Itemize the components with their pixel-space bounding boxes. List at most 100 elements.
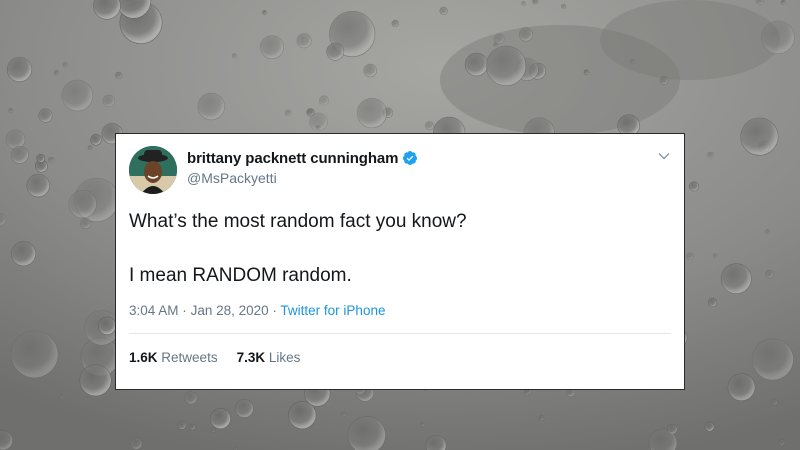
moon-crater — [189, 423, 196, 431]
moon-crater — [666, 423, 678, 435]
retweets-count: 1.6K — [129, 350, 158, 365]
tweet-text: What’s the most random fact you know? I … — [129, 208, 669, 289]
meta-separator: · — [272, 303, 277, 318]
moon-crater — [61, 79, 94, 112]
moon-crater — [707, 151, 714, 159]
moon-crater — [765, 269, 774, 279]
moon-crater — [740, 117, 779, 156]
moon-crater — [751, 338, 794, 381]
moon-crater — [296, 33, 312, 49]
moon-crater — [326, 42, 345, 61]
moon-crater — [177, 420, 187, 430]
moon-crater — [439, 6, 448, 15]
moon-crater — [347, 416, 386, 450]
moon-crater — [363, 63, 377, 78]
author-name[interactable]: brittany packnett cunningham — [187, 150, 398, 167]
moon-crater — [184, 391, 198, 405]
moon-crater — [87, 145, 93, 151]
moon-crater — [209, 408, 231, 430]
moon-crater — [755, 0, 765, 5]
moon-crater — [309, 112, 328, 132]
moon-crater — [522, 390, 530, 397]
tweet-author: brittany packnett cunningham @MsPackyett… — [187, 149, 418, 186]
moon-crater — [771, 398, 778, 406]
moon-crater — [260, 35, 284, 60]
moon-crater — [130, 437, 143, 450]
moon-crater — [720, 263, 752, 295]
moon-crater — [712, 253, 718, 259]
moon-crater — [26, 173, 50, 198]
moon-crater — [761, 20, 795, 55]
tweet-date[interactable]: Jan 28, 2020 — [191, 303, 269, 318]
tweet-metadata: 3:04 AM · Jan 28, 2020 · Twitter for iPh… — [129, 303, 385, 318]
likes-label: Likes — [268, 350, 301, 365]
moon-crater — [425, 121, 434, 130]
moon-crater — [234, 399, 254, 418]
moon-crater — [485, 45, 527, 87]
tweet-card: brittany packnett cunningham @MsPackyett… — [115, 133, 685, 390]
moon-crater — [707, 297, 718, 307]
moon-crater — [532, 0, 539, 5]
moon-crater — [5, 129, 26, 150]
chevron-down-icon[interactable] — [658, 152, 670, 160]
retweets-label: Retweets — [161, 350, 218, 365]
moon-crater — [10, 330, 59, 379]
likes-count: 7.3K — [236, 350, 266, 365]
moon-crater — [262, 10, 267, 15]
moon-crater — [53, 70, 59, 76]
moon-crater — [6, 56, 33, 83]
moon-crater — [583, 69, 589, 75]
meta-separator: · — [182, 303, 187, 318]
moon-crater — [727, 373, 756, 402]
moon-crater — [48, 156, 55, 164]
moon-crater — [688, 181, 699, 192]
divider — [129, 333, 671, 334]
moon-crater — [59, 394, 65, 399]
moon-crater — [10, 145, 29, 164]
moon-crater — [778, 439, 786, 447]
moon-crater — [629, 58, 636, 65]
moon-crater — [79, 364, 112, 397]
moon-crater — [38, 108, 53, 123]
moon-crater — [340, 411, 347, 418]
author-handle[interactable]: @MsPackyetti — [187, 170, 418, 186]
moon-crater — [115, 71, 123, 79]
tweet-stats: 1.6K Retweets 7.3K Likes — [129, 350, 319, 365]
tweet-text-line-2: I mean RANDOM random. — [129, 265, 352, 286]
moon-crater — [284, 109, 292, 117]
moon-crater — [90, 134, 102, 146]
moon-crater — [518, 27, 534, 42]
moon-crater — [80, 217, 92, 229]
moon-crater — [780, 0, 786, 5]
tweet-time[interactable]: 3:04 AM — [129, 303, 179, 318]
profile-avatar[interactable] — [129, 146, 177, 194]
moon-crater — [538, 415, 545, 422]
moon-crater — [659, 75, 669, 85]
tweet-source-link[interactable]: Twitter for iPhone — [280, 303, 385, 318]
moon-crater — [493, 42, 499, 48]
moon-crater — [68, 189, 97, 219]
moon-crater — [10, 241, 37, 267]
moon-crater — [211, 428, 216, 433]
moon-crater — [391, 19, 399, 28]
moon-crater — [36, 153, 46, 163]
moon-crater — [561, 4, 567, 10]
moon-crater — [62, 62, 68, 68]
moon-crater — [464, 52, 489, 77]
moon-crater — [318, 95, 329, 106]
likes-stat[interactable]: 7.3K Likes — [237, 350, 301, 365]
retweets-stat[interactable]: 1.6K Retweets — [129, 350, 218, 365]
moon-crater — [420, 421, 425, 427]
moon-crater — [197, 92, 225, 121]
moon-crater — [231, 53, 237, 59]
moon-crater — [686, 252, 694, 261]
moon-crater — [521, 1, 526, 6]
tweet-text-line-1: What’s the most random fact you know? — [129, 211, 467, 232]
moon-crater — [765, 229, 770, 234]
moon-crater — [102, 94, 115, 107]
verified-badge-icon — [403, 151, 418, 165]
moon-crater — [704, 421, 715, 432]
moon-crater — [8, 107, 14, 113]
moon-crater — [98, 316, 117, 335]
moon-crater — [356, 98, 388, 129]
